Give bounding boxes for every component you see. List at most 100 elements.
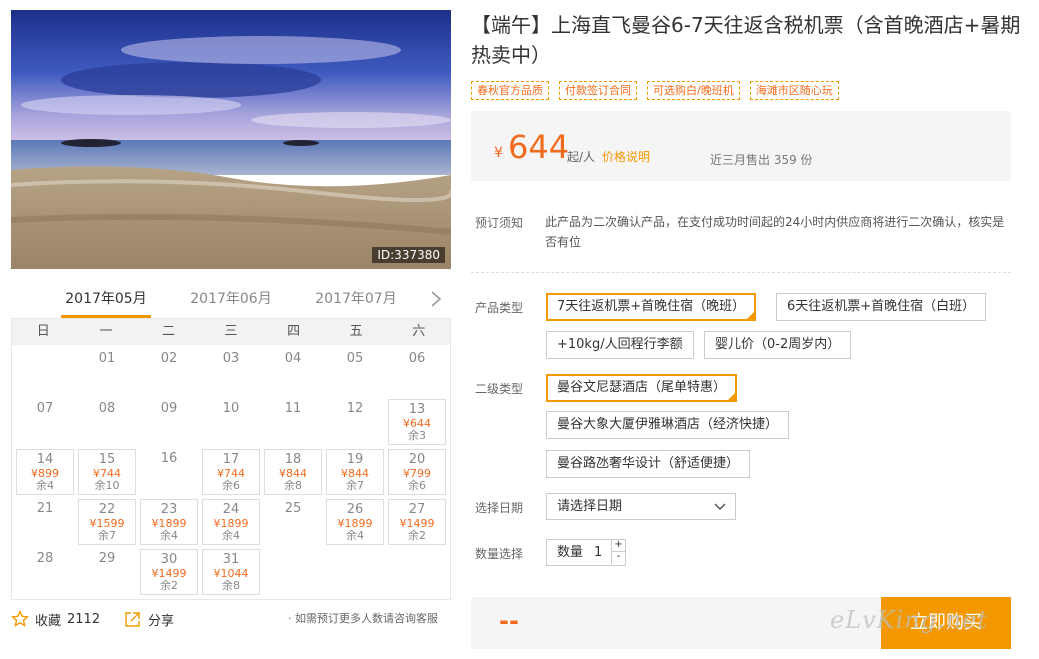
price-unit: 起/人	[567, 150, 596, 164]
day-number: 21	[36, 501, 54, 516]
calendar-day-available[interactable]: 14 ¥899 余4	[16, 449, 74, 495]
feature-tag: 可选购白/晚班机	[647, 81, 740, 100]
favorite-label: 收藏	[35, 613, 62, 629]
weekday-label: 四	[287, 324, 301, 339]
day-number: 12	[346, 401, 364, 416]
favorite-button[interactable]: 收藏 2112	[11, 608, 100, 630]
quantity-decrease-button[interactable]: -	[611, 552, 625, 564]
day-remaining: 余7	[346, 479, 364, 492]
day-remaining: 余7	[98, 529, 116, 542]
day-number: 22	[98, 502, 116, 517]
beach-photo	[11, 10, 451, 269]
calendar-day-available[interactable]: 27 ¥1499 余2	[388, 499, 446, 545]
day-remaining: 余4	[346, 529, 364, 542]
weekday-label: 一	[99, 324, 113, 339]
tab-month-1[interactable]: 2017年05月	[61, 281, 151, 318]
sold-count: 近三月售出 359 份	[710, 153, 813, 167]
product-type-option[interactable]: +10kg/人回程行李额	[546, 331, 694, 359]
feature-tag: 付款签订合同	[559, 81, 637, 100]
calendar-day-available[interactable]: 15 ¥744 余10	[78, 449, 136, 495]
subtype-option[interactable]: 曼谷大象大厦伊雅琳酒店（经济快捷）	[546, 411, 790, 439]
chevron-right-icon[interactable]	[429, 289, 443, 309]
day-number: 07	[36, 401, 54, 416]
calendar-weekday-header: 日 一 二 三 四 五 六	[12, 319, 450, 345]
calendar-day: 28	[16, 549, 74, 595]
currency-symbol: ¥	[494, 145, 503, 161]
share-icon	[125, 611, 140, 627]
product-type-option[interactable]: 7天往返机票+首晚住宿（晚班）	[546, 293, 757, 321]
day-remaining: 余6	[222, 479, 240, 492]
share-label: 分享	[148, 613, 175, 629]
day-number: 26	[346, 502, 364, 517]
calendar-day-available[interactable]: 24 ¥1899 余4	[202, 499, 260, 545]
day-remaining: 余10	[94, 479, 120, 492]
day-remaining: 余8	[222, 579, 240, 592]
tab-month-2[interactable]: 2017年06月	[186, 281, 276, 318]
day-number: 28	[36, 551, 54, 566]
day-remaining: 余4	[160, 529, 178, 542]
calendar-day: 29	[78, 549, 136, 595]
quantity-value[interactable]: 1	[594, 540, 602, 565]
day-remaining: 余2	[408, 529, 426, 542]
day-number: 10	[222, 401, 240, 416]
product-type-label: 产品类型	[475, 301, 524, 315]
product-title: 【端午】上海直飞曼谷6-7天往返含税机票（含首晚酒店+暑期热卖中）	[471, 13, 1021, 67]
calendar-day: 06	[388, 349, 446, 395]
date-select[interactable]: 请选择日期	[546, 493, 736, 520]
day-number: 19	[346, 452, 364, 467]
day-remaining: 余8	[284, 479, 302, 492]
calendar-day: 04	[264, 349, 322, 395]
day-number: 08	[98, 401, 116, 416]
hero-image: ID:337380	[11, 10, 451, 269]
calendar-day-available[interactable]: 19 ¥844 余7	[326, 449, 384, 495]
calendar-day: 07	[16, 399, 74, 445]
favorite-count: 2112	[67, 611, 101, 627]
calendar-day-available[interactable]: 30 ¥1499 余2	[140, 549, 198, 595]
price-value: 644	[508, 128, 570, 166]
calendar-day: 11	[264, 399, 322, 445]
calendar-day-available[interactable]: 17 ¥744 余6	[202, 449, 260, 495]
calendar-day: 10	[202, 399, 260, 445]
day-number: 23	[160, 502, 178, 517]
calendar-day-available[interactable]: 18 ¥844 余8	[264, 449, 322, 495]
calendar-day: 08	[78, 399, 136, 445]
calendar-day-available[interactable]: 20 ¥799 余6	[388, 449, 446, 495]
day-number: 20	[408, 452, 426, 467]
quantity-label: 数量选择	[475, 547, 524, 561]
notice-text: 此产品为二次确认产品，在支付成功时间起的24小时内供应商将进行二次确认，核实是否…	[545, 215, 1005, 249]
day-number: 25	[284, 501, 302, 516]
calendar-day-available[interactable]: 22 ¥1599 余7	[78, 499, 136, 545]
calendar-day-available[interactable]: 23 ¥1899 余4	[140, 499, 198, 545]
subtype-label: 二级类型	[475, 382, 524, 396]
day-number: 18	[284, 452, 302, 467]
share-button[interactable]: 分享	[124, 608, 174, 630]
day-number: 29	[98, 551, 116, 566]
day-number: 05	[346, 351, 364, 366]
image-id-badge: ID:337380	[372, 247, 445, 263]
feature-tags: 春秋官方品质 付款签订合同 可选购白/晚班机 海滩市区随心玩	[471, 81, 839, 100]
product-type-option[interactable]: 6天往返机票+首晚住宿（白班）	[776, 293, 987, 321]
day-number: 30	[160, 552, 178, 567]
calendar-day-available[interactable]: 13 ¥644 余3	[388, 399, 446, 445]
divider	[471, 272, 1011, 273]
total-price: --	[499, 607, 519, 635]
month-tabs: 2017年05月 2017年06月 2017年07月	[11, 281, 451, 318]
day-number: 01	[98, 351, 116, 366]
subtype-option[interactable]: 曼谷文尼瑟酒店（尾单特惠）	[546, 374, 738, 402]
date-select-value: 请选择日期	[557, 499, 623, 514]
subtype-option[interactable]: 曼谷路氹奢华设计（舒适便捷）	[546, 450, 751, 478]
day-number: 31	[222, 552, 240, 567]
calendar-day: 12	[326, 399, 384, 445]
calendar-day-available[interactable]: 26 ¥1899 余4	[326, 499, 384, 545]
product-type-option[interactable]: 婴儿价（0-2周岁内）	[704, 331, 852, 359]
calendar-day: 03	[202, 349, 260, 395]
day-number: 27	[408, 502, 426, 517]
day-number: 03	[222, 351, 240, 366]
calendar-day-available[interactable]: 31 ¥1044 余8	[202, 549, 260, 595]
weekday-label: 五	[349, 324, 363, 339]
day-number: 14	[36, 452, 54, 467]
weekday-label: 日	[36, 324, 50, 339]
tab-month-3[interactable]: 2017年07月	[311, 281, 401, 318]
price-note-link[interactable]: 价格说明	[602, 148, 650, 165]
calendar-day: 16	[140, 449, 198, 495]
